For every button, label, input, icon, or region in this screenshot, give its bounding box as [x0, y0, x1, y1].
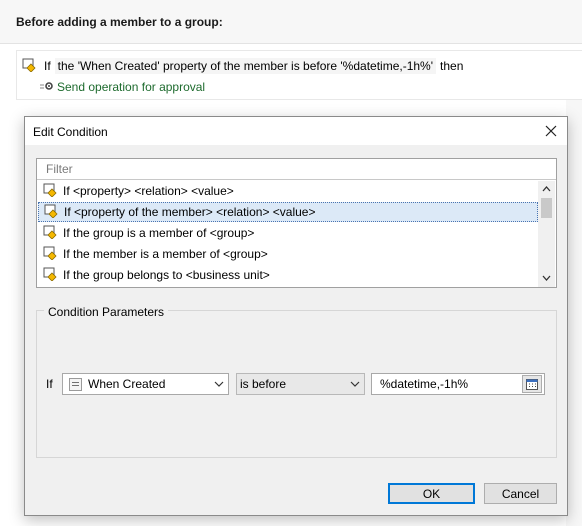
condition-list-item-label: If <property of the member> <relation> <…: [64, 205, 316, 219]
condition-list-item[interactable]: If the member is a member of <group>: [38, 244, 538, 264]
condition-icon: [43, 225, 57, 242]
close-icon[interactable]: [541, 121, 561, 141]
condition-list-item[interactable]: If <property> <relation> <value>: [38, 181, 538, 201]
relation-select[interactable]: is before: [236, 373, 365, 395]
rule-then-keyword: then: [440, 59, 464, 73]
chevron-down-icon: [210, 381, 228, 387]
condition-list: If <property> <relation> <value> If <prop…: [38, 181, 538, 287]
condition-list-item-label: If the group belongs to <business unit>: [63, 268, 270, 282]
action-gear-icon: [40, 80, 54, 95]
filter-input[interactable]: [37, 159, 556, 180]
condition-list-item[interactable]: If <property of the member> <relation> <…: [38, 202, 538, 222]
rule-editor-header: Before adding a member to a group:: [0, 0, 582, 44]
rule-action-line[interactable]: Send operation for approval: [40, 79, 205, 95]
rule-condition-link[interactable]: the 'When Created' property of the membe…: [54, 58, 437, 74]
rule-editor-title: Before adding a member to a group:: [16, 15, 223, 29]
value-field[interactable]: %datetime,-1h%: [371, 373, 545, 395]
condition-icon: [43, 267, 57, 284]
value-text: %datetime,-1h%: [380, 377, 469, 391]
scrollbar-thumb[interactable]: [541, 198, 552, 218]
parameter-if-label: If: [46, 377, 53, 391]
rule-action-link[interactable]: Send operation for approval: [57, 80, 205, 94]
condition-parameters-label: Condition Parameters: [44, 305, 169, 319]
cancel-button[interactable]: Cancel: [484, 483, 557, 504]
condition-list-item[interactable]: If the group belongs to <business unit>: [38, 265, 538, 285]
condition-icon: [22, 58, 36, 75]
dialog-titlebar: Edit Condition: [25, 117, 567, 145]
relation-value: is before: [240, 377, 287, 391]
rule-if-keyword: If: [44, 59, 51, 73]
condition-list-item-label: If the group is a member of <group>: [63, 226, 255, 240]
condition-list-item[interactable]: If the group is a member of <group>: [38, 223, 538, 243]
condition-list-item-label: If the member is a member of <group>: [63, 247, 268, 261]
condition-icon: [44, 204, 58, 221]
condition-list-frame: If <property> <relation> <value> If <prop…: [36, 158, 557, 288]
rule-condition-line[interactable]: If the 'When Created' property of the me…: [22, 58, 463, 74]
chevron-down-icon: [346, 381, 364, 387]
condition-icon: [43, 246, 57, 263]
property-icon: [69, 377, 82, 391]
dialog-title: Edit Condition: [33, 125, 108, 139]
property-value: When Created: [88, 377, 166, 391]
scroll-up-icon[interactable]: [538, 182, 555, 196]
condition-list-item-label: If <property> <relation> <value>: [63, 184, 234, 198]
calendar-icon[interactable]: [522, 375, 542, 393]
background-edge: [566, 100, 582, 526]
property-select[interactable]: When Created: [62, 373, 229, 395]
ok-button[interactable]: OK: [388, 483, 475, 504]
scroll-down-icon[interactable]: [538, 271, 555, 285]
list-scrollbar[interactable]: [538, 181, 555, 287]
edit-condition-dialog: Edit Condition If <property> <relation> …: [24, 116, 568, 516]
condition-icon: [43, 183, 57, 200]
